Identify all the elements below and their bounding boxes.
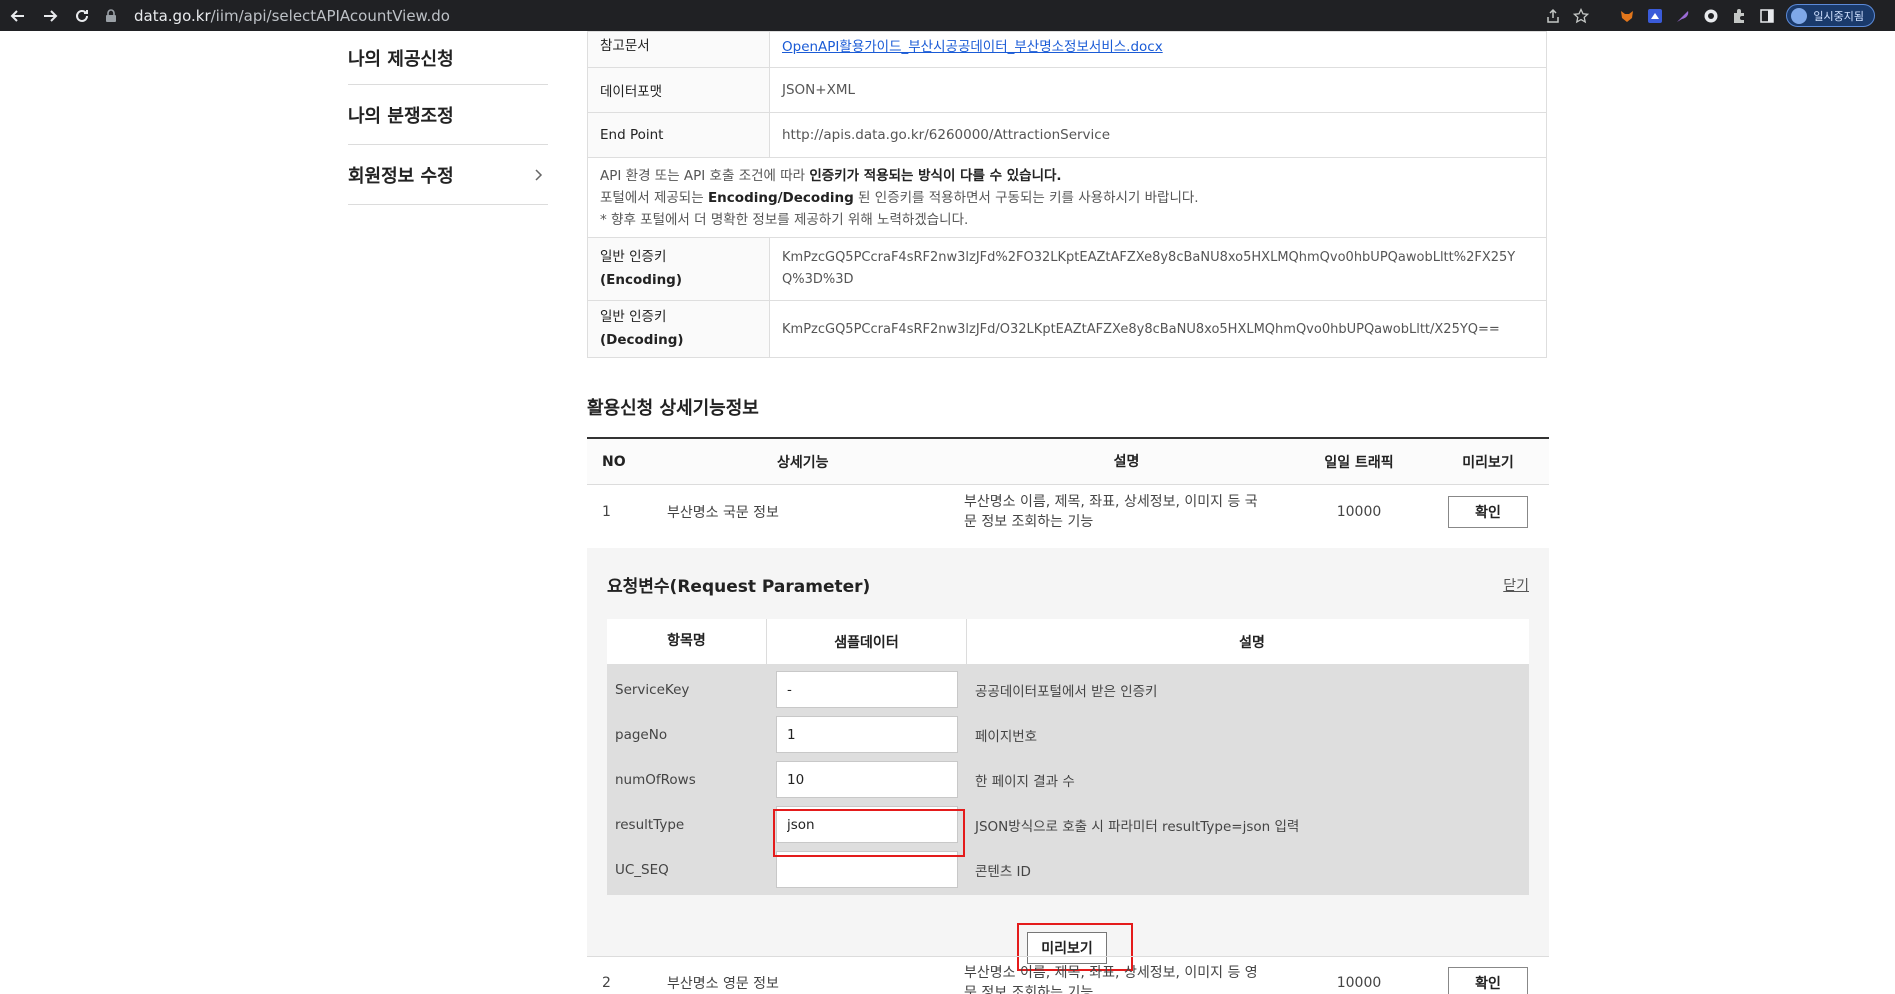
auth-key-notice: API 환경 또는 API 호출 조건에 따라 인증키가 적용되는 방식이 다를… xyxy=(587,157,1547,238)
puzzle-extensions-icon[interactable] xyxy=(1730,7,1748,25)
bookmark-star-icon[interactable] xyxy=(1572,7,1590,25)
back-icon[interactable] xyxy=(4,2,32,30)
ref-doc-label: 참고문서 xyxy=(587,31,770,68)
param-row-uc-seq: UC_SEQ 콘텐츠 ID xyxy=(607,847,1529,892)
sidebar-menu: 나의 제공신청 나의 분쟁조정 회원정보 수정 xyxy=(348,31,548,205)
confirm-button[interactable]: 확인 xyxy=(1448,495,1528,528)
detail-function-table: NO 상세기능 설명 일일 트래픽 미리보기 1 부산명소 국문 정보 부산명소… xyxy=(587,437,1549,538)
api-info-table: 참고문서 OpenAPI활용가이드_부산시공공데이터_부산명소정보서비스.doc… xyxy=(587,31,1547,358)
table-row: 1 부산명소 국문 정보 부산명소 이름, 제목, 좌표, 상세정보, 이미지 … xyxy=(587,485,1549,538)
pageno-input[interactable] xyxy=(776,716,958,753)
format-label: 데이터포맷 xyxy=(587,67,770,113)
address-bar[interactable]: data.go.kr /iim/api/selectAPIAcountView.… xyxy=(104,2,1464,29)
sidebar-item-label: 나의 제공신청 xyxy=(348,48,454,70)
param-row-pageno: pageNo 페이지번호 xyxy=(607,712,1529,757)
param-row-servicekey: ServiceKey 공공데이터포털에서 받은 인증키 xyxy=(607,667,1529,712)
fox-extension-icon[interactable] xyxy=(1618,7,1636,25)
table-header: NO 상세기능 설명 일일 트래픽 미리보기 xyxy=(587,439,1549,485)
url-path: /iim/api/selectAPIAcountView.do xyxy=(210,6,450,25)
forward-icon[interactable] xyxy=(36,2,64,30)
side-panel-icon[interactable] xyxy=(1758,7,1776,25)
main-content: 참고문서 OpenAPI활용가이드_부산시공공데이터_부산명소정보서비스.doc… xyxy=(587,31,1549,994)
request-parameter-table: 항목명 샘플데이터 설명 ServiceKey 공공데이터포털에서 받은 인증키… xyxy=(607,619,1529,895)
sidebar-item-edit-member[interactable]: 회원정보 수정 xyxy=(348,145,548,205)
circle-extension-icon[interactable] xyxy=(1702,7,1720,25)
feather-extension-icon[interactable] xyxy=(1674,7,1692,25)
url-host: data.go.kr xyxy=(134,6,211,25)
encoding-key-value[interactable]: KmPzcGQ5PCcraF4sRF2nw3lzJFd%2FO32LKptEAZ… xyxy=(769,237,1547,301)
ref-doc-link[interactable]: OpenAPI활용가이드_부산시공공데이터_부산명소정보서비스.docx xyxy=(782,39,1163,55)
encoding-key-label: 일반 인증키 (Encoding) xyxy=(587,237,770,301)
param-row-resulttype: resultType JSON방식으로 호출 시 파라미터 resultType… xyxy=(607,802,1529,847)
sidebar-item-my-dispute[interactable]: 나의 분쟁조정 xyxy=(348,85,548,145)
browser-toolbar: data.go.kr /iim/api/selectAPIAcountView.… xyxy=(0,0,1895,31)
confirm-button[interactable]: 확인 xyxy=(1448,967,1528,994)
numofrows-input[interactable] xyxy=(776,761,958,798)
reload-icon[interactable] xyxy=(68,2,96,30)
profile-button[interactable]: 일시중지됨 xyxy=(1786,4,1875,27)
format-value: JSON+XML xyxy=(769,67,1547,113)
decoding-key-label: 일반 인증키 (Decoding) xyxy=(587,300,770,358)
profile-status: 일시중지됨 xyxy=(1813,9,1864,23)
lock-icon xyxy=(106,8,116,22)
sidebar-item-my-provision[interactable]: 나의 제공신청 xyxy=(348,31,548,85)
request-parameter-title: 요청변수(Request Parameter) xyxy=(607,577,871,597)
request-parameter-panel: 요청변수(Request Parameter) 닫기 항목명 샘플데이터 설명 … xyxy=(587,548,1549,971)
section-title: 활용신청 상세기능정보 xyxy=(587,398,759,419)
sidebar-item-label: 나의 분쟁조정 xyxy=(348,105,454,127)
endpoint-value: http://apis.data.go.kr/6260000/Attractio… xyxy=(769,112,1547,158)
param-row-numofrows: numOfRows 한 페이지 결과 수 xyxy=(607,757,1529,802)
servicekey-input[interactable] xyxy=(776,671,958,708)
table-header: 항목명 샘플데이터 설명 xyxy=(607,619,1529,664)
avatar xyxy=(1791,7,1808,24)
table-row: 2 부산명소 영문 정보 부산명소 이름, 제목, 좌표, 상세정보, 이미지 … xyxy=(587,956,1549,994)
resulttype-input[interactable] xyxy=(776,806,958,843)
chevron-right-icon xyxy=(535,168,543,181)
blue-extension-icon[interactable] xyxy=(1646,7,1664,25)
sidebar-item-label: 회원정보 수정 xyxy=(348,165,454,187)
uc-seq-input[interactable] xyxy=(776,851,958,888)
endpoint-label: End Point xyxy=(587,112,770,158)
decoding-key-value[interactable]: KmPzcGQ5PCcraF4sRF2nw3lzJFd/O32LKptEAZtA… xyxy=(769,300,1547,358)
share-icon[interactable] xyxy=(1544,7,1562,25)
close-link[interactable]: 닫기 xyxy=(1503,575,1529,595)
